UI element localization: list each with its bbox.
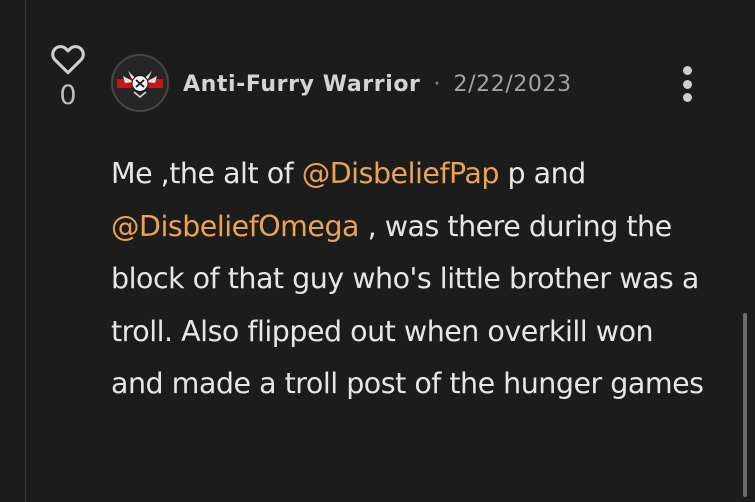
mention-link-disbeliefomega[interactable]: @DisbeliefOmega (111, 210, 360, 243)
body-text-segment: Me ,the alt of (111, 157, 302, 190)
menu-dot-icon (682, 66, 692, 75)
post-meta: Anti-Furry Warrior · 2/22/2023 (183, 68, 572, 100)
post-date: 2/22/2023 (453, 71, 572, 97)
like-button[interactable] (48, 40, 88, 76)
menu-dot-icon (682, 93, 692, 102)
more-options-button[interactable] (672, 62, 702, 106)
thread-divider-line (25, 0, 26, 502)
meta-separator: · (433, 71, 441, 97)
menu-dot-icon (682, 79, 692, 89)
scrollbar-thumb[interactable] (743, 313, 747, 497)
like-count: 0 (59, 80, 77, 111)
body-text-segment: p and (498, 157, 586, 190)
post-body: Me ,the alt of @DisbeliefPap p and @Disb… (111, 148, 711, 411)
author-name[interactable]: Anti-Furry Warrior (183, 72, 421, 97)
avatar[interactable] (111, 54, 169, 112)
heart-icon (51, 45, 85, 75)
avatar-emblem-icon (113, 56, 167, 110)
like-column: 0 (46, 40, 90, 109)
mention-link-disbeliefpap[interactable]: @DisbeliefPap (302, 157, 500, 190)
